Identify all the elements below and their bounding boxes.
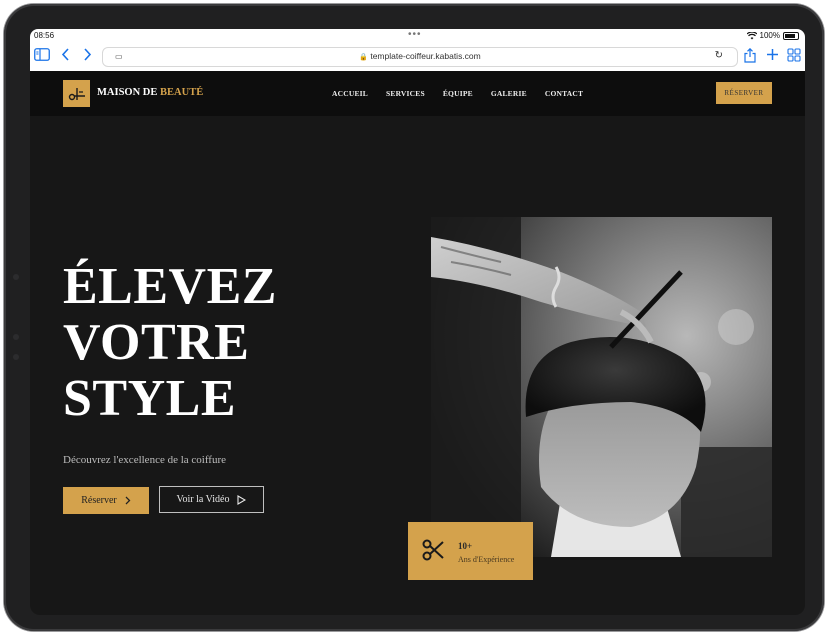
reserve-header-button[interactable]: RÉSERVER: [716, 82, 772, 104]
nav-galerie[interactable]: GALERIE: [491, 89, 527, 98]
status-bar: 08:56 ••• 100%: [30, 29, 805, 43]
screen: 08:56 ••• 100% ▭ 🔒 template-coiffeur.kab…: [30, 29, 805, 615]
address-bar[interactable]: ▭ 🔒 template-coiffeur.kabatis.com ↻: [102, 47, 738, 67]
back-arrow-icon[interactable]: [61, 48, 70, 64]
sensor-dot: [13, 334, 19, 340]
watch-video-button[interactable]: Voir la Vidéo: [159, 486, 264, 513]
reserve-button-label: Réserver: [81, 495, 117, 506]
browser-toolbar: ▭ 🔒 template-coiffeur.kabatis.com ↻: [30, 43, 805, 72]
main-nav: ACCUEIL SERVICES ÉQUIPE GALERIE CONTACT: [332, 89, 583, 98]
forward-arrow-icon[interactable]: [83, 48, 92, 64]
nav-accueil[interactable]: ACCUEIL: [332, 89, 368, 98]
hero-image: [431, 217, 772, 557]
nav-services[interactable]: SERVICES: [386, 89, 425, 98]
chevron-right-icon: [125, 496, 131, 505]
logo[interactable]: [63, 80, 90, 107]
camera-dot: [13, 274, 19, 280]
reserve-button[interactable]: Réserver: [63, 487, 149, 514]
new-tab-icon[interactable]: [766, 48, 779, 64]
reload-icon[interactable]: ↻: [715, 50, 723, 61]
brand-name[interactable]: MAISON DE BEAUTÉ: [97, 87, 203, 98]
play-icon: [237, 494, 247, 505]
watch-video-label: Voir la Vidéo: [176, 494, 230, 505]
sidebar-icon[interactable]: [34, 48, 50, 64]
scissors-comb-icon: [68, 87, 85, 100]
battery-icon: [783, 31, 799, 40]
sensor-dot: [13, 354, 19, 360]
share-icon[interactable]: [744, 47, 756, 66]
nav-equipe[interactable]: ÉQUIPE: [443, 89, 473, 98]
battery-percent: 100%: [759, 31, 780, 40]
hero-title-line: VOTRE: [63, 314, 250, 371]
status-time: 08:56: [34, 31, 55, 40]
experience-number: 10+: [458, 541, 473, 551]
tablet-frame: 08:56 ••• 100% ▭ 🔒 template-coiffeur.kab…: [4, 4, 824, 631]
battery-indicator: 100%: [746, 31, 799, 40]
multitask-dots[interactable]: •••: [408, 29, 422, 40]
hero-title-line: ÉLEVEZ: [63, 258, 277, 315]
url-value: template-coiffeur.kabatis.com: [370, 51, 481, 61]
experience-label: Ans d'Expérience: [458, 555, 515, 564]
site-header: MAISON DE BEAUTÉ ACCUEIL SERVICES ÉQUIPE…: [30, 71, 805, 116]
hero-title: ÉLEVEZ VOTRE STYLE: [63, 259, 277, 427]
nav-contact[interactable]: CONTACT: [545, 89, 583, 98]
lock-icon: 🔒: [359, 54, 368, 61]
hero-title-line: STYLE: [63, 370, 237, 427]
url-text[interactable]: 🔒 template-coiffeur.kabatis.com: [103, 51, 737, 61]
experience-badge: 10+ Ans d'Expérience: [408, 522, 533, 580]
wifi-icon: [746, 31, 757, 39]
brand-main: MAISON DE: [97, 87, 158, 98]
tabs-overview-icon[interactable]: [787, 48, 801, 65]
brand-accent: BEAUTÉ: [160, 87, 204, 98]
hero-subtitle: Découvrez l'excellence de la coiffure: [63, 454, 227, 466]
scissors-icon: [422, 539, 444, 561]
